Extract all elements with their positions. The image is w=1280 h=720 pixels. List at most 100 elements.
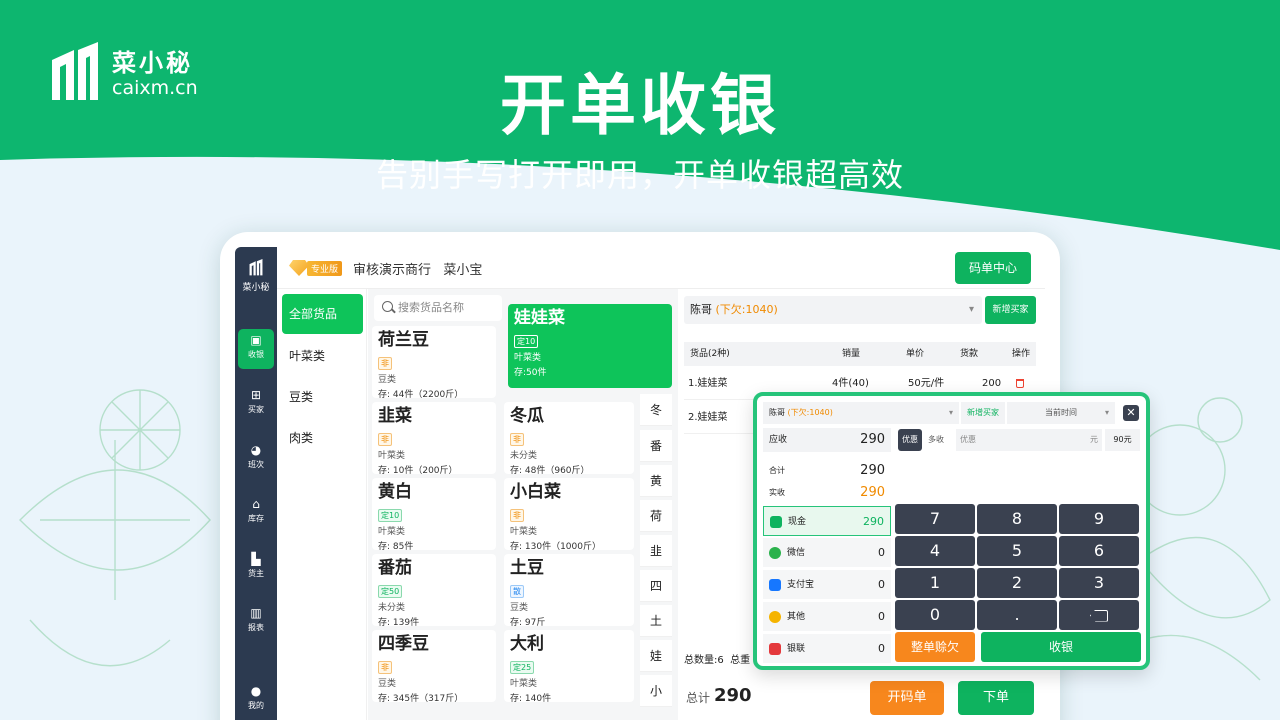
header-op: 操作	[1012, 349, 1031, 359]
goods-card[interactable]: 土豆 散 豆类 存: 97斤	[504, 554, 634, 628]
header-price: 单价	[906, 349, 925, 359]
discount-input[interactable]: 优惠 元	[956, 429, 1102, 451]
search-placeholder: 搜索货品名称	[398, 301, 464, 314]
goods-name: 韭菜	[378, 406, 412, 426]
credit-button[interactable]: 整单赊欠	[895, 632, 975, 662]
total-label: 总计	[686, 691, 711, 705]
key-dot[interactable]: .	[977, 600, 1057, 630]
key-7[interactable]: 7	[895, 504, 975, 534]
discount-placeholder: 优惠	[960, 435, 976, 444]
index-item[interactable]: 小	[640, 675, 672, 707]
index-item[interactable]: 番	[640, 430, 672, 462]
key-9[interactable]: 9	[1059, 504, 1139, 534]
goods-card[interactable]: 冬瓜 非 未分类 存: 48件（960斤）	[504, 402, 634, 476]
index-item[interactable]: 土	[640, 605, 672, 637]
nav-item-suppliers[interactable]: ▙ 货主	[238, 548, 274, 588]
dialog-buyer-select[interactable]: 陈哥 (下欠:1040) ▾	[763, 402, 959, 424]
goods-card[interactable]: 黄白 定10 叶菜类 存: 85件	[372, 478, 496, 552]
index-item[interactable]: 冬	[640, 394, 672, 426]
search-input[interactable]: 搜索货品名称	[374, 295, 502, 321]
summary-qty: 总数量:6	[684, 655, 724, 666]
goods-category: 叶菜类	[378, 527, 406, 537]
nav-item-cashier[interactable]: ▣ 收银	[238, 329, 274, 369]
nav-label: 买家	[248, 405, 264, 414]
subtotal-label: 合计	[769, 466, 785, 475]
extra-toggle[interactable]: 多收	[924, 429, 948, 451]
discount-unit: 元	[1090, 435, 1098, 444]
wechat-icon	[769, 547, 781, 559]
dialog-add-buyer-button[interactable]: 新增买家	[961, 402, 1005, 424]
open-ticket-button[interactable]: 开码单	[870, 681, 944, 715]
paid-row: 实收 290	[763, 482, 891, 504]
backspace-icon	[1090, 609, 1108, 622]
goods-stock: 存: 345件（317斤）	[378, 694, 464, 704]
goods-stock: 存: 97斤	[510, 618, 546, 628]
goods-tag: 非	[510, 509, 524, 522]
trash-icon[interactable]	[1016, 379, 1024, 388]
index-item[interactable]: 韭	[640, 535, 672, 567]
index-item[interactable]: 黄	[640, 465, 672, 497]
goods-card[interactable]: 四季豆 非 豆类 存: 345件（317斤）	[372, 630, 496, 704]
key-3[interactable]: 3	[1059, 568, 1139, 598]
category-all[interactable]: 全部货品	[282, 294, 363, 334]
dialog-buyer-debt: (下欠:1040)	[787, 408, 833, 417]
goods-tag: 非	[378, 433, 392, 446]
index-item[interactable]: 四	[640, 570, 672, 602]
goods-card-selected[interactable]: 娃娃菜 定10 叶菜类 存:50件	[508, 304, 672, 388]
key-2[interactable]: 2	[977, 568, 1057, 598]
key-6[interactable]: 6	[1059, 536, 1139, 566]
goods-tag: 定25	[510, 661, 535, 674]
chevron-down-icon: ▾	[968, 304, 974, 315]
discount-value[interactable]: 90元	[1105, 429, 1140, 451]
goods-card[interactable]: 大利 定25 叶菜类 存: 140件	[504, 630, 634, 704]
due-label: 应收	[769, 435, 788, 445]
pay-other[interactable]: 其他 0	[763, 602, 891, 632]
buyer-select[interactable]: 陈哥 (下欠:1040) ▾	[684, 296, 982, 324]
goods-category: 豆类	[510, 603, 529, 613]
nav-item-shifts[interactable]: ◕ 班次	[238, 439, 274, 479]
nav-label: 我的	[248, 701, 264, 710]
qr-center-button[interactable]: 码单中心	[955, 252, 1031, 284]
pay-value: 0	[878, 546, 885, 559]
goods-stock: 存: 139件	[378, 618, 420, 628]
goods-card[interactable]: 番茄 定50 未分类 存: 139件	[372, 554, 496, 628]
pay-cash[interactable]: 现金 290	[763, 506, 891, 536]
category-leafy[interactable]: 叶菜类	[282, 336, 363, 376]
nav-logo: 菜小秘	[235, 259, 277, 293]
goods-card[interactable]: 荷兰豆 非 豆类 存: 44件（2200斤）	[372, 326, 496, 400]
row-name: 2.娃娃菜	[688, 412, 728, 423]
nav-item-inventory[interactable]: ⌂ 库存	[238, 493, 274, 533]
index-item[interactable]: 荷	[640, 500, 672, 532]
nav-item-buyers[interactable]: ⊞ 买家	[238, 384, 274, 424]
pay-unionpay[interactable]: 银联 0	[763, 634, 891, 664]
place-order-button[interactable]: 下单	[958, 681, 1034, 715]
goods-name: 番茄	[378, 558, 412, 578]
add-buyer-button[interactable]: 新增买家	[985, 296, 1036, 324]
order-table-header: 货品(2种) 销量 单价 货款 操作	[684, 342, 1036, 366]
category-beans[interactable]: 豆类	[282, 377, 363, 417]
key-8[interactable]: 8	[977, 504, 1057, 534]
key-4[interactable]: 4	[895, 536, 975, 566]
discount-toggle[interactable]: 优惠	[898, 429, 922, 451]
goods-name: 娃娃菜	[514, 308, 565, 328]
goods-name: 黄白	[378, 482, 412, 502]
close-icon[interactable]: ✕	[1123, 405, 1139, 421]
nav-item-reports[interactable]: ▥ 报表	[238, 602, 274, 642]
goods-card[interactable]: 韭菜 非 叶菜类 存: 10件（200斤）	[372, 402, 496, 476]
pay-wechat[interactable]: 微信 0	[763, 538, 891, 568]
time-select[interactable]: 当前时间 ▾	[1007, 402, 1115, 424]
goods-stock: 存: 44件（2200斤）	[378, 390, 464, 400]
key-0[interactable]: 0	[895, 600, 975, 630]
nav-item-me[interactable]: ● 我的	[238, 680, 274, 720]
backspace-key[interactable]	[1059, 600, 1139, 630]
index-item[interactable]: 娃	[640, 640, 672, 672]
pay-alipay[interactable]: 支付宝 0	[763, 570, 891, 600]
shop-info: 审核演示商行 菜小宝	[353, 259, 482, 278]
category-meat[interactable]: 肉类	[282, 418, 363, 458]
goods-name: 四季豆	[378, 634, 429, 654]
key-5[interactable]: 5	[977, 536, 1057, 566]
goods-card[interactable]: 小白菜 非 叶菜类 存: 130件（1000斤）	[504, 478, 634, 552]
key-1[interactable]: 1	[895, 568, 975, 598]
goods-panel: 搜索货品名称 荷兰豆 非 豆类 存: 44件（2200斤） 娃娃菜 定10 叶菜…	[368, 289, 678, 720]
checkout-button[interactable]: 收银	[981, 632, 1141, 662]
